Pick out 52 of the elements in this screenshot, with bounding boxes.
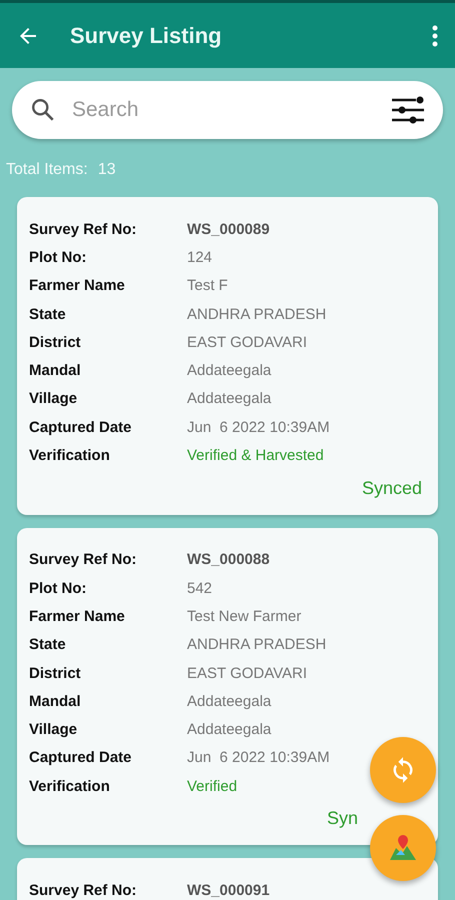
- search-field[interactable]: Search: [70, 97, 391, 123]
- field-label: Village: [29, 390, 78, 408]
- field-label: Farmer Name: [29, 608, 126, 625]
- field-label: Captured Date: [29, 418, 133, 436]
- field-value: Jun 6 2022 10:39AM: [187, 418, 330, 436]
- map-pin-icon: [388, 833, 418, 863]
- field-value: Jun 6 2022 10:39AM: [187, 749, 330, 766]
- verification-status: Verified: [187, 778, 238, 795]
- field-value: Test F: [187, 277, 228, 294]
- field-value: ANDHRA PRADESH: [187, 636, 326, 654]
- field-label: Captured Date: [29, 749, 133, 766]
- field-label: Survey Ref No:: [29, 551, 138, 568]
- field-label: Survey Ref No:: [29, 882, 138, 899]
- field-value: 124: [187, 248, 212, 266]
- field-label: Village: [29, 721, 78, 738]
- sync-status: Syn: [326, 808, 358, 830]
- field-value: EAST GODAVARI: [187, 334, 308, 351]
- field-label: State: [29, 636, 67, 654]
- field-label: Verification: [29, 778, 111, 795]
- field-value: WS_000089: [187, 220, 270, 238]
- verification-status: Verified & Harvested: [187, 447, 324, 464]
- field-value: WS_000091: [187, 882, 270, 899]
- field-label: Mandal: [29, 692, 82, 710]
- sync-status: Synced: [362, 478, 422, 499]
- field-value: ANDHRA PRADESH: [187, 306, 326, 323]
- search-bar[interactable]: Search: [12, 81, 443, 139]
- field-label: Mandal: [29, 362, 82, 380]
- field-label: Verification: [29, 447, 111, 464]
- field-value: 542: [187, 580, 212, 597]
- field-label: Plot No:: [29, 580, 88, 597]
- field-value: WS_000088: [187, 551, 270, 568]
- field-label: Survey Ref No:: [29, 220, 138, 238]
- field-value: Addateegala: [187, 721, 272, 738]
- more-options-icon[interactable]: [431, 24, 439, 48]
- field-label: District: [29, 664, 82, 682]
- filter-sliders-icon[interactable]: [391, 95, 425, 125]
- field-label: District: [29, 334, 82, 351]
- field-label: Plot No:: [29, 248, 88, 266]
- field-value: Addateegala: [187, 390, 272, 408]
- survey-card[interactable]: Survey Ref No: WS_000091: [17, 858, 438, 900]
- field-value: Test New Farmer: [187, 608, 302, 625]
- screen-title: Survey Listing: [70, 22, 223, 48]
- field-value: Addateegala: [187, 692, 272, 710]
- survey-card[interactable]: [17, 528, 438, 846]
- field-label: State: [29, 306, 67, 323]
- total-items-label: Total Items:: [6, 161, 88, 179]
- total-items-count: 13: [98, 161, 116, 179]
- search-icon: [30, 97, 56, 123]
- field-value: EAST GODAVARI: [187, 664, 308, 682]
- survey-card[interactable]: [17, 197, 438, 515]
- field-label: Farmer Name: [29, 277, 126, 294]
- field-value: Addateegala: [187, 362, 272, 380]
